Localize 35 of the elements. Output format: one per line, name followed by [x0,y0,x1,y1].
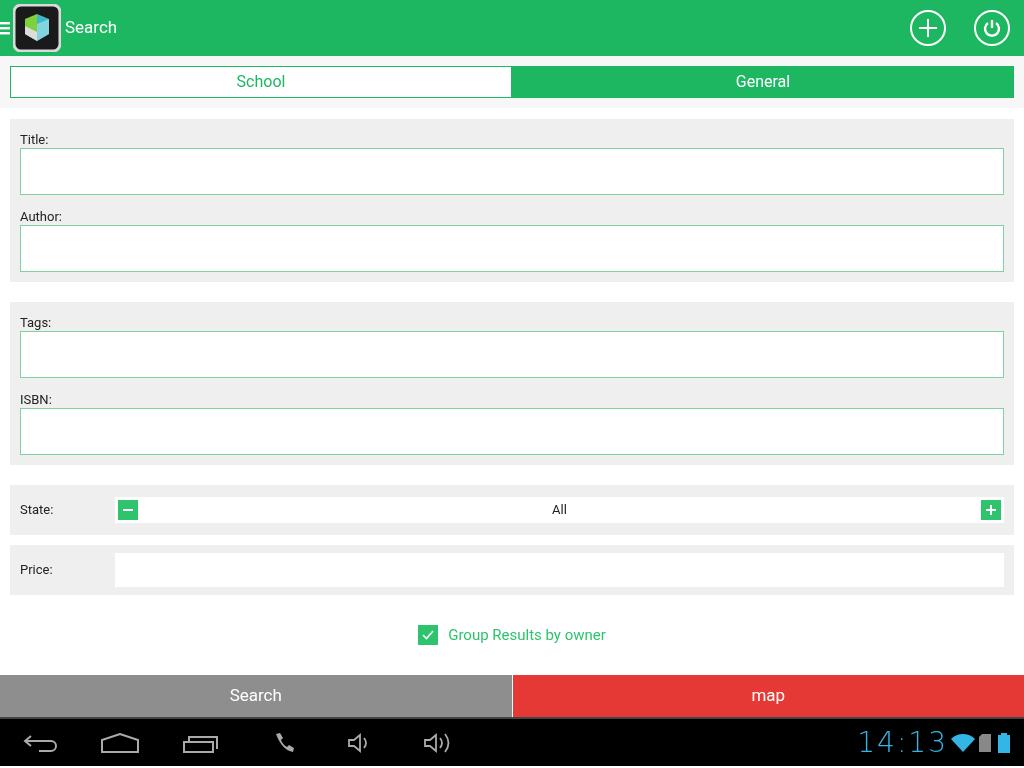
text-field[interactable] [20,331,1004,378]
add-button[interactable] [910,10,946,46]
power-button[interactable] [974,10,1010,46]
text-field[interactable] [20,225,1004,272]
back-icon[interactable] [23,732,57,753]
wifi-icon [950,732,976,753]
tab[interactable]: School [10,66,512,98]
clock: 14:13 [857,724,948,761]
action-button[interactable]: map [511,675,1024,717]
checkmark-icon [421,628,436,642]
plus-icon [918,18,938,38]
decrement-button[interactable] [118,500,138,520]
field-label: ISBN: [20,391,53,408]
field-label: State: [20,501,55,520]
cube-logo-icon[interactable] [13,4,61,52]
field-label: Title: [20,131,50,148]
field-label: Author: [20,208,63,225]
checkbox-label: Group Results by owner [448,624,606,646]
text-field[interactable] [20,148,1004,195]
action-button[interactable]: Search [0,675,512,717]
checkbox[interactable] [418,625,439,645]
phone-icon[interactable] [273,731,295,754]
power-icon [982,18,1002,38]
app-title: Search [65,16,118,40]
state-value: All [551,501,568,520]
tab[interactable]: General [512,66,1014,98]
field-label: Price: [20,561,54,580]
battery-icon [998,732,1010,753]
home-icon[interactable] [101,732,139,753]
menu-icon[interactable] [0,21,10,35]
sim-card-icon [979,733,991,752]
increment-button[interactable] [981,500,1001,520]
field-label: Tags: [20,314,53,331]
plus-icon [985,504,997,516]
text-field[interactable] [20,408,1004,455]
